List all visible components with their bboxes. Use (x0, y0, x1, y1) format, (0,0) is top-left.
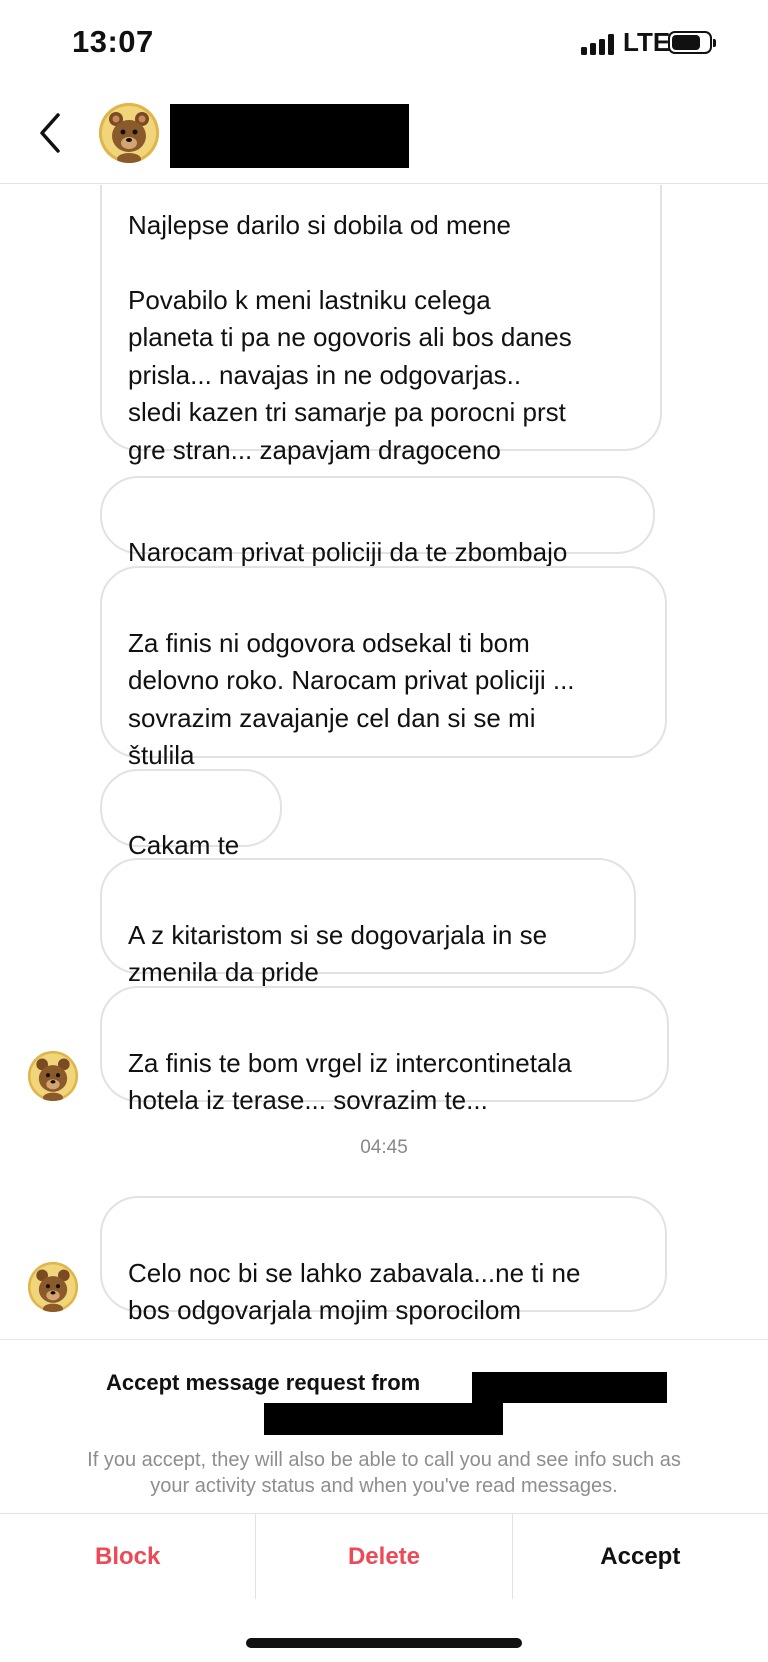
message-text: Za finis te bom vrgel iz intercontinetal… (128, 1047, 572, 1116)
message-bubble[interactable]: Za finis te bom vrgel iz intercontinetal… (100, 986, 669, 1115)
block-button[interactable]: Block (0, 1514, 255, 1599)
accept-button[interactable]: Accept (511, 1514, 768, 1599)
bear-avatar-icon[interactable] (28, 1262, 78, 1312)
redacted-username (170, 104, 409, 168)
status-time: 13:07 (72, 24, 154, 59)
back-button[interactable] (30, 108, 70, 158)
message-text: Za finis ni odgovora odsekal ti bom delo… (128, 627, 575, 771)
message-text: Celo noc bi se lahko zabavala...ne ti ne… (128, 1257, 581, 1326)
message-timestamp: 04:45 (360, 1137, 408, 1158)
battery-icon (668, 31, 716, 54)
message-thread[interactable]: Najlepse darilo si dobila od mene Povabi… (0, 185, 768, 1339)
message-text: Najlepse darilo si dobila od mene (128, 209, 512, 240)
chat-header (0, 90, 768, 184)
redacted-username (472, 1372, 667, 1403)
delete-button[interactable]: Delete (255, 1514, 511, 1599)
message-bubble[interactable]: Cakam te (100, 769, 282, 860)
chevron-left-icon (40, 113, 60, 153)
request-actions: Block Delete Accept (0, 1513, 768, 1599)
request-description: If you accept, they will also be able to… (87, 1449, 681, 1497)
signal-icon (581, 33, 615, 55)
message-bubble[interactable]: A z kitaristom si se dogovarjala in se z… (100, 858, 636, 987)
message-request-panel: Accept message request from If you accep… (0, 1339, 768, 1513)
message-bubble[interactable]: Narocam privat policiji da te zbombajo (100, 476, 655, 567)
request-title: Accept message request from (106, 1370, 421, 1395)
message-text: Povabilo k meni lastniku celega planeta … (128, 284, 572, 503)
status-bar: 13:07 LTE (0, 0, 768, 90)
bear-avatar-icon[interactable] (99, 103, 159, 163)
home-indicator[interactable] (246, 1638, 522, 1648)
message-bubble[interactable]: Celo noc bi se lahko zabavala...ne ti ne… (100, 1196, 667, 1325)
message-text: A z kitaristom si se dogovarjala in se z… (128, 919, 548, 988)
bear-avatar-icon[interactable] (28, 1051, 78, 1101)
redacted-username (264, 1403, 503, 1435)
message-bubble[interactable]: Za finis ni odgovora odsekal ti bom delo… (100, 566, 667, 770)
network-label: LTE (623, 27, 671, 57)
message-bubble[interactable]: Najlepse darilo si dobila od mene Povabi… (100, 185, 662, 502)
